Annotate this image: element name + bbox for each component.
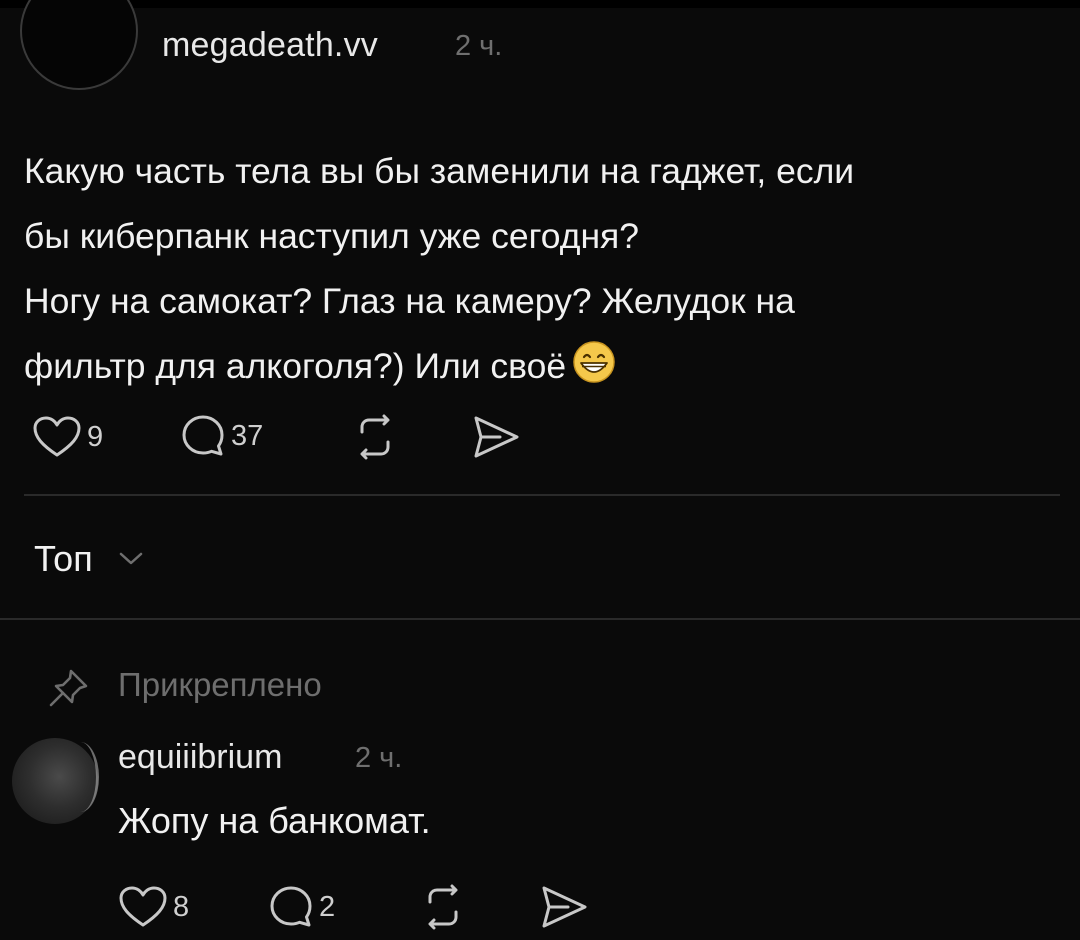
comment-like-count: 8 [173, 890, 190, 923]
comment-count: 37 [231, 419, 264, 452]
comment-reply-count: 2 [319, 890, 336, 923]
post-time: 2 ч. [455, 30, 503, 62]
comment-share-button[interactable] [538, 884, 590, 930]
post-line: бы киберпанк наступил уже сегодня? [24, 216, 640, 256]
post-line: Какую часть тела вы бы заменили на гадже… [24, 151, 855, 191]
sort-dropdown[interactable]: Топ [34, 538, 93, 580]
comment-like-button[interactable]: 8 [118, 885, 189, 929]
repost-icon [418, 884, 468, 930]
section-divider [0, 618, 1080, 620]
pinned-label: Прикреплено [118, 666, 322, 703]
send-icon [538, 884, 590, 930]
post-line: Ногу на самокат? Глаз на камеру? Желудок… [24, 281, 795, 321]
comment-time: 2 ч. [355, 742, 403, 774]
chevron-down-icon[interactable] [118, 551, 144, 572]
comment-avatar[interactable] [12, 738, 99, 824]
post-text: Какую часть тела вы бы заменили на гадже… [24, 139, 1064, 405]
repost-button[interactable] [350, 414, 400, 460]
post-line-text: фильтр для алкоголя?) Или своё [24, 346, 567, 386]
repost-icon [350, 414, 400, 460]
comment-bubble-icon [268, 884, 314, 930]
comment-username[interactable]: equiiibrium [118, 738, 282, 777]
avatar[interactable] [20, 0, 138, 90]
divider [24, 494, 1060, 496]
post-line: фильтр для алкоголя?) Или своё [24, 334, 1064, 405]
heart-icon [32, 415, 82, 459]
grinning-face-emoji-icon [572, 340, 616, 405]
top-edge [0, 0, 1080, 8]
like-button[interactable]: 9 [32, 415, 103, 459]
send-icon [470, 414, 522, 460]
comment-reply-button[interactable]: 2 [268, 884, 335, 930]
comment-repost-button[interactable] [418, 884, 468, 930]
post-username[interactable]: megadeath.vv [162, 26, 378, 65]
like-count: 9 [87, 420, 104, 453]
heart-icon [118, 885, 168, 929]
comment-button[interactable]: 37 [180, 413, 263, 459]
share-button[interactable] [470, 414, 522, 460]
comment-bubble-icon [180, 413, 226, 459]
comment-text: Жопу на банкомат. [118, 800, 431, 841]
pin-icon [46, 668, 90, 713]
